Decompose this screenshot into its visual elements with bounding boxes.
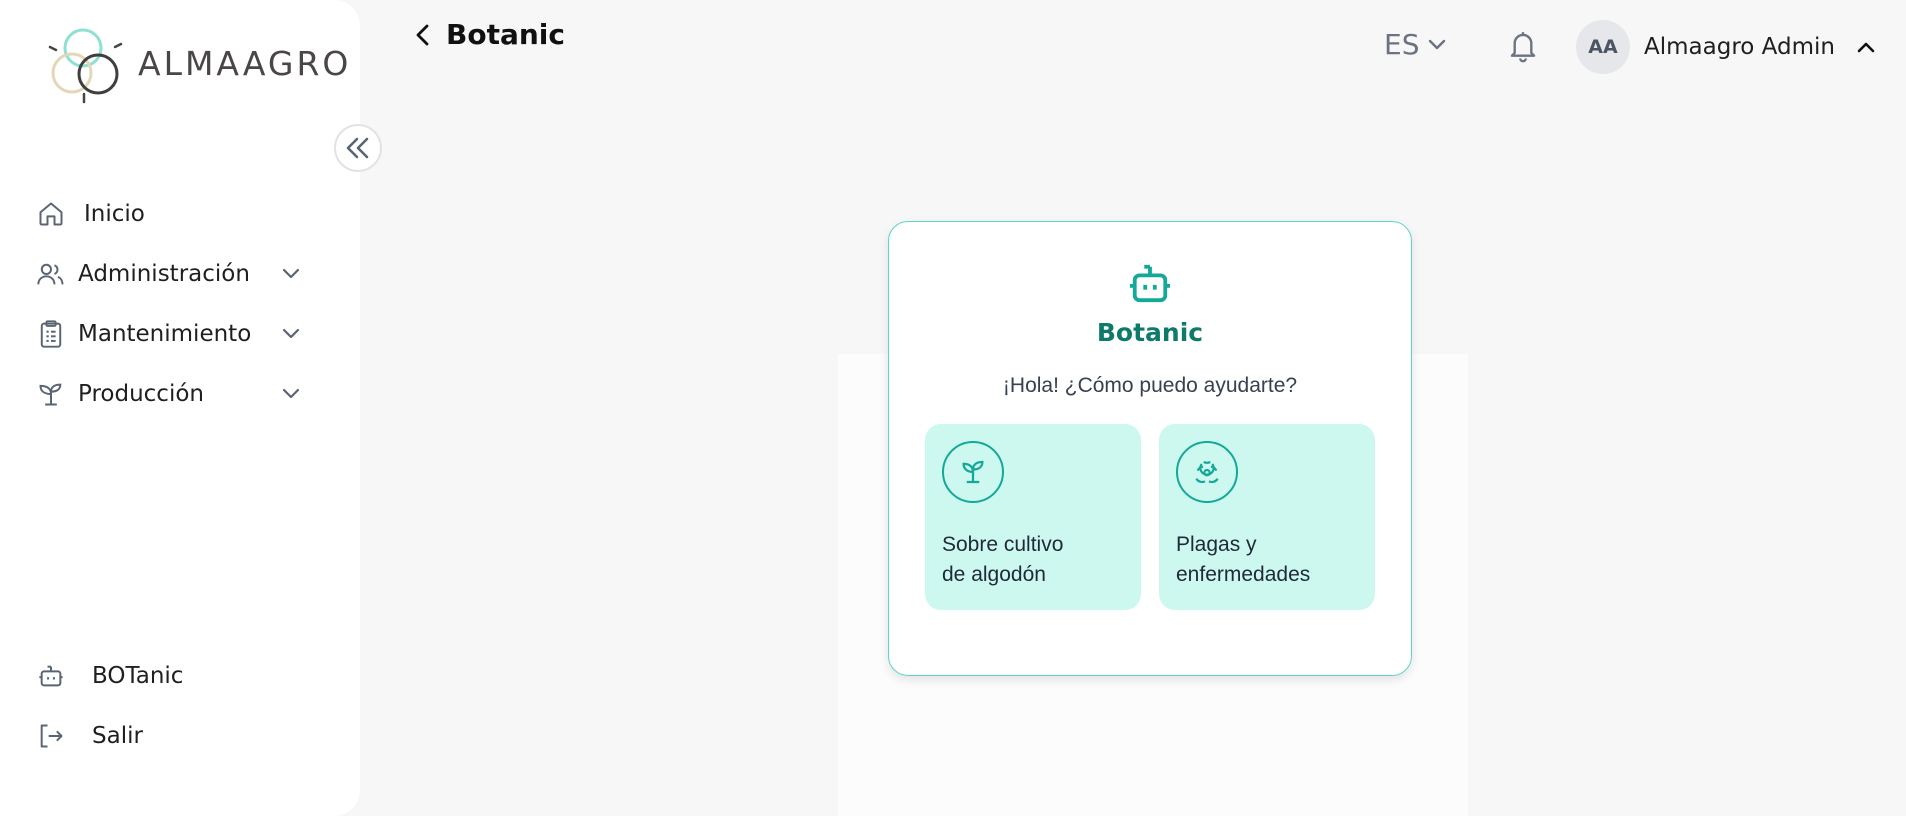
chevron-down-icon <box>280 382 302 408</box>
user-menu[interactable]: AA Almaagro Admin <box>1576 20 1877 74</box>
sidebar-item-salir[interactable]: Salir <box>36 716 143 756</box>
logo-circles-icon <box>48 28 123 104</box>
chevron-left-icon <box>416 24 429 45</box>
language-selector[interactable]: ES <box>1384 28 1449 61</box>
user-name: Almaagro Admin <box>1644 34 1835 60</box>
option-plagas-enfermedades[interactable]: Plagas y enfermedades <box>1159 424 1375 610</box>
chevron-down-icon <box>280 262 302 288</box>
logo[interactable]: ALMAAGRO <box>46 26 348 106</box>
chevron-down-icon <box>280 322 302 348</box>
chevron-down-icon <box>1429 39 1446 49</box>
clipboard-icon <box>36 319 66 349</box>
option-label-line: Sobre cultivo <box>942 533 1064 556</box>
biohazard-icon <box>1176 441 1238 503</box>
sidebar-item-produccion[interactable]: Producción <box>36 374 300 414</box>
sidebar-item-label: BOTanic <box>92 663 184 689</box>
sidebar-item-label: Administración <box>78 261 250 287</box>
collapse-sidebar-button[interactable] <box>334 124 382 172</box>
bot-icon <box>36 661 66 691</box>
bot-icon <box>1127 262 1173 308</box>
language-value: ES <box>1384 28 1420 61</box>
option-label-line: enfermedades <box>1176 563 1311 586</box>
logo-text: ALMAAGRO <box>138 44 352 83</box>
back-to-page-button[interactable]: Botanic <box>412 18 565 51</box>
sidebar-item-label: Inicio <box>84 201 145 227</box>
option-label-line: Plagas y <box>1176 533 1257 556</box>
logout-icon <box>36 721 66 751</box>
option-label-line: de algodón <box>942 563 1046 586</box>
home-icon <box>36 199 66 229</box>
greeting-text: ¡Hola! ¿Cómo puedo ayudarte? <box>1002 374 1298 397</box>
option-label: Sobre cultivo de algodón <box>942 530 1132 590</box>
page-title: Botanic <box>446 18 565 51</box>
chevron-up-icon <box>1857 42 1875 53</box>
sprout-icon <box>36 379 66 409</box>
sidebar-item-label: Salir <box>92 723 143 749</box>
sidebar-item-label: Producción <box>78 381 204 407</box>
sidebar-item-inicio[interactable]: Inicio <box>36 194 145 234</box>
card-title: Botanic <box>1096 318 1204 347</box>
notifications-button[interactable] <box>1506 28 1540 68</box>
botanic-welcome-card: Botanic ¡Hola! ¿Cómo puedo ayudarte? Sob… <box>888 221 1412 676</box>
sidebar-item-administracion[interactable]: Administración <box>36 254 300 294</box>
sidebar-item-botanic[interactable]: BOTanic <box>36 656 183 696</box>
bell-icon <box>1510 32 1536 63</box>
double-chevron-left-icon <box>346 137 369 159</box>
option-label: Plagas y enfermedades <box>1176 530 1366 590</box>
sidebar-item-label: Mantenimiento <box>78 321 252 347</box>
sidebar: ALMAAGRO Inicio Administración Mantenimi… <box>0 0 382 816</box>
sprout-icon <box>942 441 1004 503</box>
option-cultivo-algodon[interactable]: Sobre cultivo de algodón <box>925 424 1141 610</box>
sidebar-item-mantenimiento[interactable]: Mantenimiento <box>36 314 300 354</box>
users-icon <box>36 259 66 289</box>
avatar: AA <box>1576 20 1630 74</box>
